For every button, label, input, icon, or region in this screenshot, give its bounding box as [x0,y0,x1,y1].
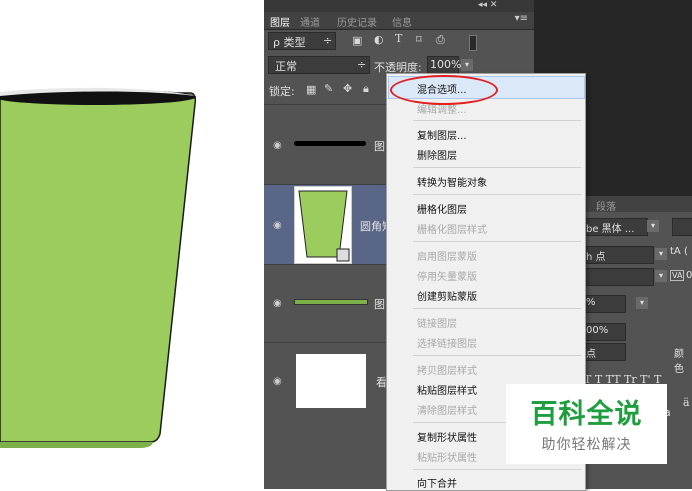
vertical-scale-value: % [586,297,596,308]
layer-thumbnail [296,354,366,408]
menu-item-duplicate-layer[interactable]: 复制图层... [417,127,467,142]
filter-smart-object-icon[interactable]: ⎙ [436,33,445,47]
font-family-value: be 黑体 ... [586,224,635,235]
opacity-value: 100% [430,58,462,71]
menu-separator [413,120,581,121]
horizontal-scale-value: 00% [586,325,609,336]
menu-separator [413,167,581,168]
vertical-scale-dropdown-icon[interactable]: ▾ [636,297,648,309]
baseline-shift-field[interactable]: 点 [584,343,626,361]
font-family-select[interactable]: be 黑体 ... [584,218,648,236]
color-label[interactable]: 颜色 [674,345,692,375]
character-panel-tabs: 段落 [584,196,692,213]
baseline-shift-value: 点 [586,349,596,360]
menu-separator [413,469,581,470]
visibility-eye-icon[interactable]: ◉ [273,298,282,309]
layer-thumbnail [294,136,366,150]
font-size-dropdown-icon[interactable]: ▾ [655,248,667,260]
visibility-eye-icon[interactable]: ◉ [273,376,282,387]
layer-thumbnail [294,186,352,264]
leading-value[interactable]: ( [684,246,688,257]
document-canvas[interactable] [0,0,264,489]
menu-item-paste-shape-attributes[interactable]: 粘贴形状属性 [417,449,477,464]
leading-icon: tA [670,246,681,257]
opacity-field[interactable]: 100% [427,56,462,74]
font-style-select[interactable] [672,218,692,236]
panel-collapse-close-controls[interactable]: ◂◂ ✕ [478,0,497,10]
visibility-eye-icon[interactable]: ◉ [273,220,282,231]
filter-type-icon[interactable]: T [395,32,402,45]
menu-item-clear-layer-style[interactable]: 清除图层样式 [417,402,477,417]
filter-toggle-icon[interactable] [469,35,477,51]
tracking-value[interactable]: 0 [686,270,692,281]
panel-titlebar: ◂◂ ✕ [264,0,534,12]
font-family-dropdown-icon[interactable]: ▾ [647,220,659,232]
menu-item-rasterize-layer[interactable]: 栅格化图层 [417,201,467,216]
menu-item-copy-layer-style[interactable]: 拷贝图层样式 [417,362,477,377]
opacity-dropdown-icon[interactable]: ▾ [461,59,473,71]
visibility-eye-icon[interactable]: ◉ [273,140,282,151]
font-size-field[interactable]: h 点 [584,246,654,264]
tab-history[interactable]: 历史记录 [337,14,377,29]
watermark-title: 百科全说 [530,399,643,430]
menu-item-select-linked-layers[interactable]: 选择链接图层 [417,335,477,350]
lock-label: 锁定: [269,85,295,98]
layer-name[interactable]: 图 [374,296,385,312]
filter-adjustment-icon[interactable]: ◐ [374,33,384,46]
tab-channels[interactable]: 通道 [300,14,320,29]
panel-menu-icon[interactable]: ▾≡ [515,13,528,24]
tracking-icon: VA [670,270,685,281]
menu-separator [413,241,581,242]
menu-separator [413,355,581,356]
kerning-dropdown-icon[interactable]: ▾ [655,270,667,282]
filter-pixel-icon[interactable]: ▣ [352,34,362,47]
menu-item-delete-layer[interactable]: 删除图层 [417,147,457,162]
horizontal-scale-field[interactable]: 00% [584,323,626,341]
font-size-value: h 点 [586,252,606,263]
vertical-scale-field[interactable]: % [584,295,626,313]
panel-tabs: 图层 通道 历史记录 信息 ▾≡ [264,12,534,30]
blend-arrow-icon: ÷ [357,58,367,71]
menu-item-rasterize-layer-style[interactable]: 栅格化图层样式 [417,221,487,236]
menu-item-copy-shape-attributes[interactable]: 复制形状属性 [417,429,477,444]
blend-mode-value: 正常 [275,60,297,73]
watermark-subtitle: 助你轻松解决 [541,437,632,453]
lock-transparency-icon[interactable]: ▦ [306,83,316,96]
lock-brush-icon[interactable]: ✎ [324,82,333,95]
menu-item-paste-layer-style[interactable]: 粘贴图层样式 [417,382,477,397]
filter-kind-label: ρ 类型 [273,36,306,49]
layer-name[interactable]: 图 [374,138,385,154]
lock-all-icon[interactable]: 🔒︎ [363,82,369,96]
menu-item-convert-smart-object[interactable]: 转换为智能对象 [417,174,487,189]
tab-layers[interactable]: 图层 [270,14,290,29]
menu-item-enable-layer-mask[interactable]: 启用图层蒙版 [417,248,477,263]
annotation-red-circle [390,75,498,105]
menu-item-merge-down[interactable]: 向下合并 [417,475,457,490]
watermark-logo: 百科全说 助你轻松解决 [506,384,667,464]
layer-thumbnail [294,296,368,306]
menu-separator [413,194,581,195]
tab-paragraph[interactable]: 段落 [596,198,616,213]
kerning-field[interactable] [584,268,654,286]
blend-mode-select[interactable]: 正常 ÷ [268,56,370,74]
filter-arrow-icon: ÷ [323,34,333,47]
layer-filter-row: ρ 类型 ÷ ▣ ◐ T ⌑ ⎙ [264,30,534,52]
cup-shape [0,87,197,448]
menu-item-link-layers[interactable]: 链接图层 [417,315,457,330]
anti-alias-icon[interactable]: ä [683,396,690,409]
menu-item-disable-vector-mask[interactable]: 停用矢量蒙版 [417,268,477,283]
filter-kind-select[interactable]: ρ 类型 ÷ [268,32,336,50]
menu-separator [413,308,581,309]
lock-move-icon[interactable]: ✥ [343,82,352,95]
tab-info[interactable]: 信息 [392,14,412,29]
filter-shape-icon[interactable]: ⌑ [416,33,422,46]
menu-item-create-clipping-mask[interactable]: 创建剪贴蒙版 [417,288,477,303]
